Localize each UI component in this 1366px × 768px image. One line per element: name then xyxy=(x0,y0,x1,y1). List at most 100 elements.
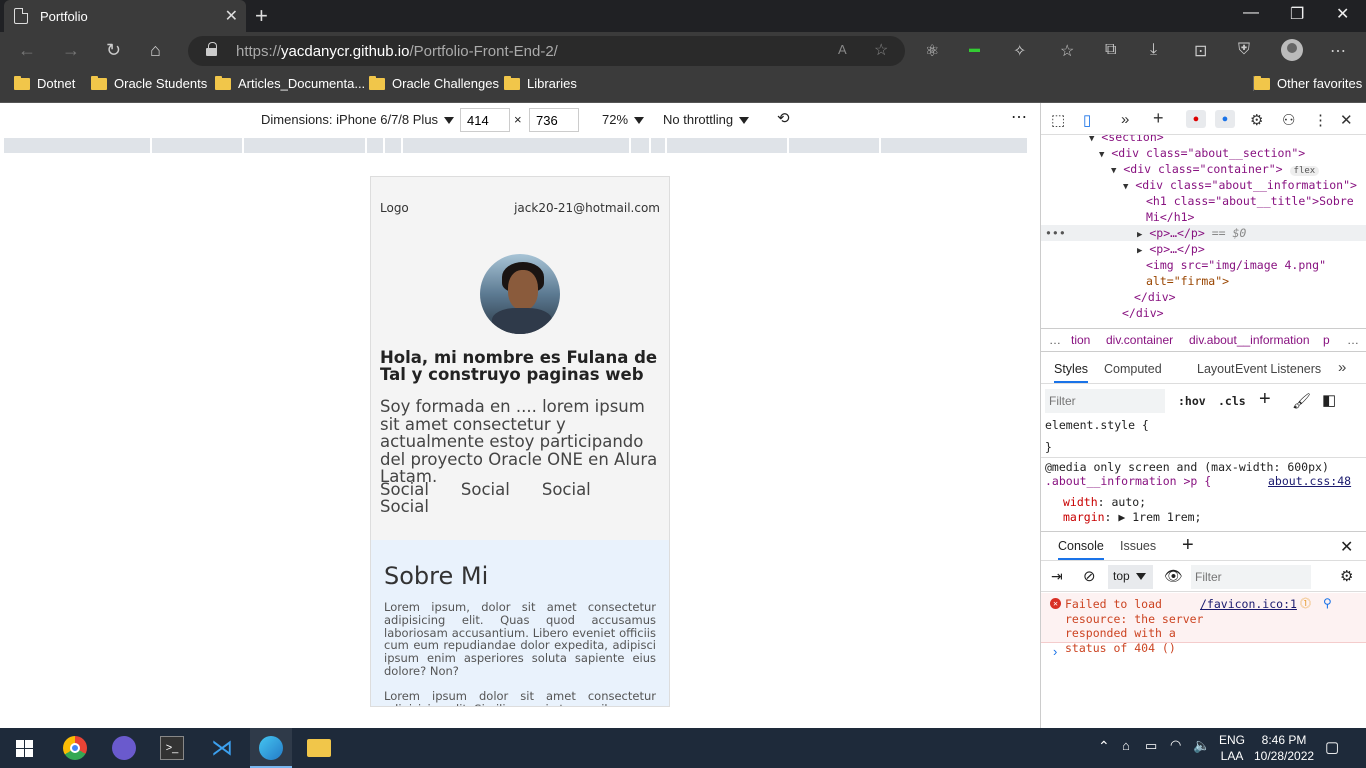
bookmark-oracle-challenges[interactable]: Oracle Challenges xyxy=(369,75,499,91)
dom-node[interactable]: Mi</h1> xyxy=(1146,209,1194,225)
media-query-ruler[interactable] xyxy=(0,138,1040,154)
more-tabs-icon[interactable]: » xyxy=(1121,111,1129,128)
flex-badge[interactable]: flex xyxy=(1289,166,1320,176)
dom-node[interactable]: <h1 class="about__title">Sobre xyxy=(1146,193,1354,209)
add-drawer-tab-icon[interactable]: + xyxy=(1182,534,1194,557)
bookmark-libraries[interactable]: Libraries xyxy=(504,75,577,91)
breadcrumb-item[interactable]: p xyxy=(1323,333,1330,347)
vscode-icon[interactable]: ⋊ xyxy=(210,736,234,760)
minimize-icon[interactable]: — xyxy=(1243,4,1259,22)
connect-icon[interactable]: ⚇ xyxy=(1282,111,1295,129)
file-explorer-icon[interactable] xyxy=(307,739,331,757)
element-style-rule[interactable]: element.style { xyxy=(1045,418,1149,433)
settings-icon[interactable]: ⚙ xyxy=(1250,111,1263,129)
dom-node[interactable]: alt="firma"> xyxy=(1146,273,1229,289)
close-tab-icon[interactable]: ✕ xyxy=(225,6,238,26)
language-indicator[interactable]: ENG LAA xyxy=(1219,732,1245,764)
battery-icon[interactable]: ▭ xyxy=(1145,738,1157,754)
forward-icon[interactable]: → xyxy=(62,41,80,59)
device-icon[interactable]: ⌂ xyxy=(1122,738,1130,753)
social-link[interactable]: Social xyxy=(380,498,429,515)
add-tab-icon[interactable]: + xyxy=(1153,108,1164,129)
inspect-icon[interactable]: ⬚ xyxy=(1051,111,1065,129)
lock-icon[interactable] xyxy=(206,42,217,57)
console-settings-icon[interactable]: ⚙ xyxy=(1340,567,1353,585)
home-icon[interactable]: ⌂ xyxy=(150,41,161,59)
logo[interactable]: Logo xyxy=(380,201,409,215)
other-favorites[interactable]: Other favorites xyxy=(1253,75,1362,91)
paint-icon[interactable]: 🖌 xyxy=(1292,392,1311,410)
dimensions-select[interactable]: Dimensions: iPhone 6/7/8 Plus xyxy=(261,112,455,127)
tab-issues[interactable]: Issues xyxy=(1120,539,1156,553)
search-icon[interactable]: ⚲ xyxy=(1323,596,1332,611)
close-devtools-icon[interactable]: ✕ xyxy=(1340,111,1353,129)
message-count-icon[interactable]: ● xyxy=(1215,110,1235,128)
bookmark-dotnet[interactable]: Dotnet xyxy=(14,75,75,91)
close-drawer-icon[interactable]: ✕ xyxy=(1340,537,1353,557)
address-bar[interactable]: https://yacdanycr.github.io/Portfolio-Fr… xyxy=(188,36,905,66)
dom-node-selected[interactable]: ••• ▶ <p>…</p> == $0 xyxy=(1041,225,1366,241)
terminal-icon[interactable]: >_ xyxy=(160,736,184,760)
social-link[interactable]: Social xyxy=(380,481,429,498)
zoom-select[interactable]: 72% xyxy=(602,112,645,127)
hov-toggle[interactable]: :hov xyxy=(1178,394,1206,408)
wifi-icon[interactable]: ◠ xyxy=(1170,737,1181,753)
social-link[interactable]: Social xyxy=(542,481,591,498)
more-options-icon[interactable]: ⋯ xyxy=(1011,107,1027,127)
breadcrumb-overflow-icon[interactable]: … xyxy=(1347,333,1359,347)
breadcrumb-overflow-icon[interactable]: … xyxy=(1049,333,1061,347)
height-input[interactable] xyxy=(529,108,579,132)
extensions-icon[interactable]: ✧ xyxy=(1013,41,1026,61)
email-link[interactable]: jack20-21@hotmail.com xyxy=(514,201,660,215)
new-rule-icon[interactable]: + xyxy=(1259,388,1271,411)
live-expression-icon[interactable]: 👁 xyxy=(1164,567,1183,585)
tab-layout[interactable]: Layout xyxy=(1197,362,1235,376)
tab-console[interactable]: Console xyxy=(1058,539,1104,560)
volume-icon[interactable]: 🔈 xyxy=(1193,737,1210,754)
device-toggle-icon[interactable]: ▯ xyxy=(1083,111,1091,129)
width-input[interactable] xyxy=(460,108,510,132)
sidebar-toggle-icon[interactable]: ◧ xyxy=(1322,391,1336,409)
bookmark-articles[interactable]: Articles_Documenta... xyxy=(215,75,365,91)
issue-icon[interactable]: ⓵ xyxy=(1300,597,1311,612)
bookmark-oracle-students[interactable]: Oracle Students xyxy=(91,75,207,91)
app-icon[interactable] xyxy=(112,736,136,760)
downloads-icon[interactable]: ⤓ xyxy=(1150,41,1157,59)
source-link[interactable]: about.css:48 xyxy=(1268,474,1351,489)
breadcrumb-item[interactable]: div.container xyxy=(1106,333,1173,347)
read-aloud-icon[interactable]: A xyxy=(838,42,847,57)
back-icon[interactable]: ← xyxy=(18,41,36,59)
refresh-icon[interactable]: ↻ xyxy=(106,41,121,59)
start-icon[interactable] xyxy=(16,740,33,757)
tab-portfolio[interactable]: Portfolio ✕ xyxy=(4,0,246,32)
breadcrumb-item[interactable]: tion xyxy=(1071,333,1090,347)
notifications-icon[interactable]: ▢ xyxy=(1325,738,1339,756)
screenshot-icon[interactable]: ⊡ xyxy=(1194,41,1207,61)
restore-icon[interactable]: ❐ xyxy=(1290,4,1304,24)
browser-essentials-icon[interactable]: ⛨ xyxy=(1238,41,1250,59)
extension-icon[interactable]: ▬ xyxy=(969,43,980,55)
context-select[interactable]: top xyxy=(1108,565,1153,589)
css-selector[interactable]: .about__information >p { xyxy=(1045,474,1211,489)
styles-filter-input[interactable] xyxy=(1045,389,1165,413)
throttling-select[interactable]: No throttling xyxy=(663,112,750,127)
profile-avatar[interactable] xyxy=(1281,39,1303,61)
console-prompt-icon[interactable]: › xyxy=(1053,644,1057,659)
show-hidden-icons[interactable]: ⌃ xyxy=(1098,738,1110,755)
close-window-icon[interactable]: ✕ xyxy=(1336,4,1349,24)
clock[interactable]: 8:46 PM 10/28/2022 xyxy=(1254,732,1314,764)
more-tabs-icon[interactable]: » xyxy=(1338,359,1346,376)
more-icon[interactable]: ⋮ xyxy=(1313,111,1328,129)
error-source-link[interactable]: /favicon.ico:1 xyxy=(1200,597,1297,612)
more-icon[interactable]: ⋯ xyxy=(1330,41,1346,61)
social-link[interactable]: Social xyxy=(461,481,510,498)
rotate-icon[interactable]: ⟲ xyxy=(777,109,790,127)
dom-node[interactable]: </div> xyxy=(1134,289,1176,305)
favorites-icon[interactable]: ☆ xyxy=(1060,41,1074,61)
dom-node[interactable]: </div> xyxy=(1122,305,1164,321)
tab-computed[interactable]: Computed xyxy=(1104,362,1162,376)
chrome-icon[interactable] xyxy=(63,736,87,760)
add-favorite-icon[interactable]: ☆ xyxy=(874,40,888,60)
collections-icon[interactable]: ⧉ xyxy=(1105,41,1116,59)
tab-styles[interactable]: Styles xyxy=(1054,362,1089,383)
